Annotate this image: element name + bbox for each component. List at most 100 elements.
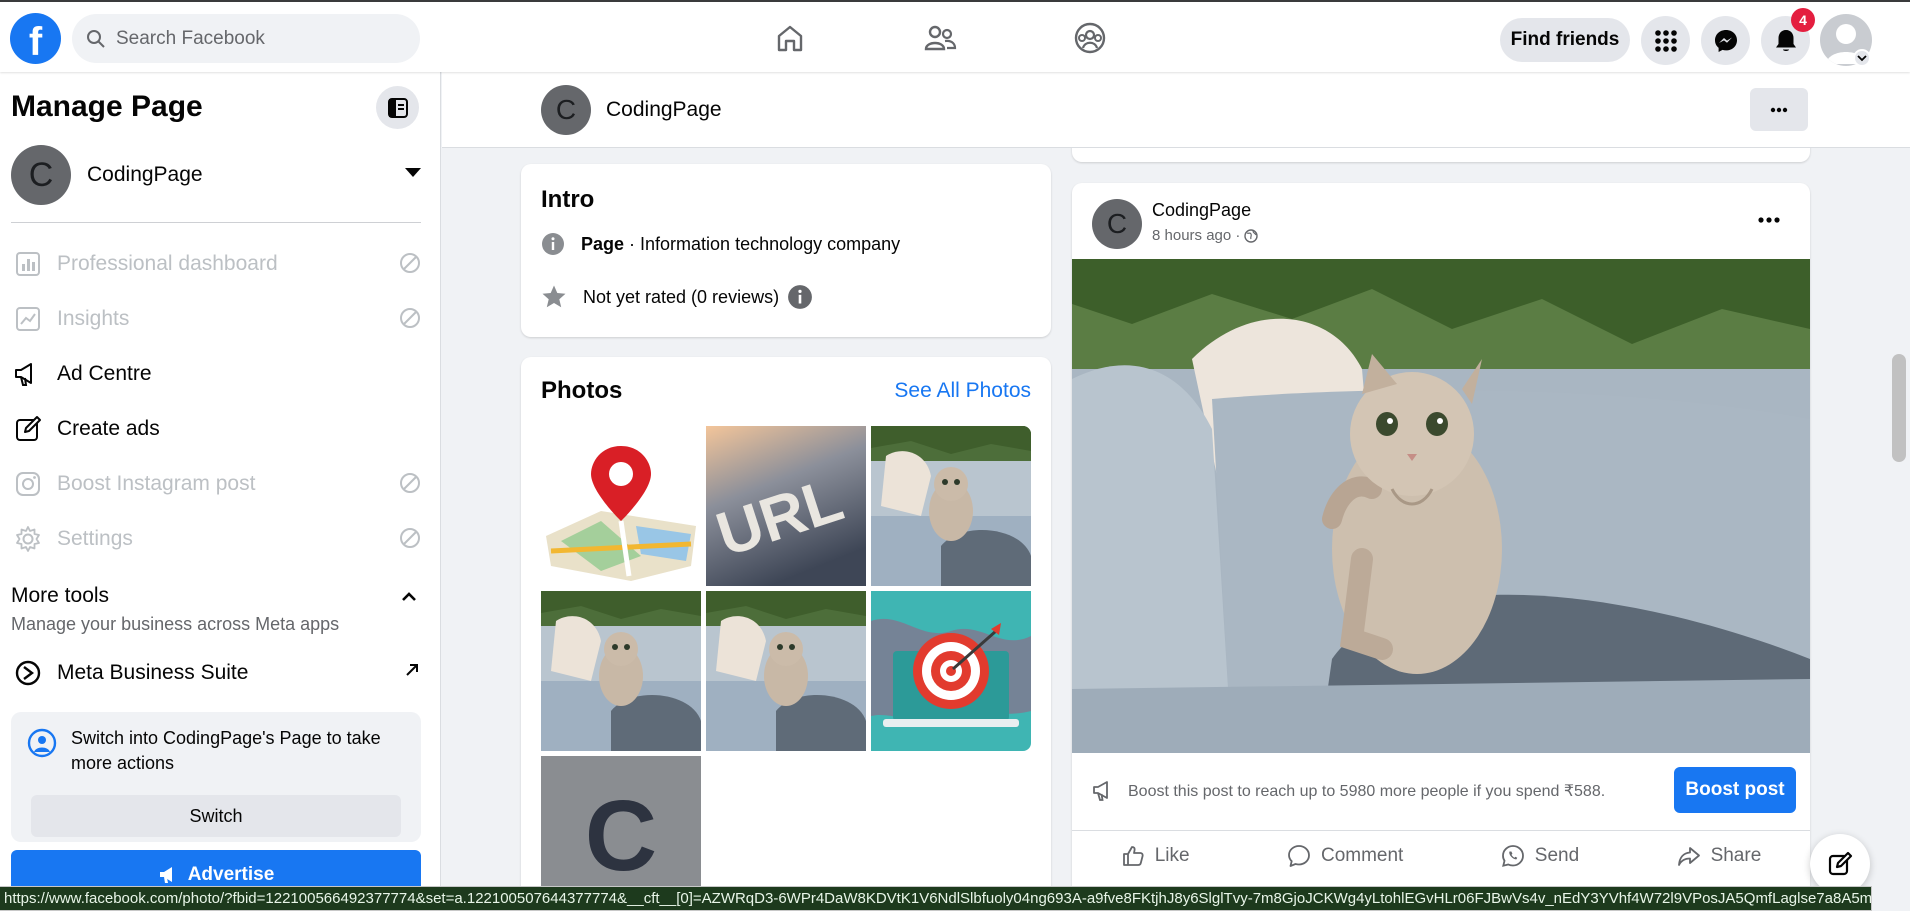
friends-icon xyxy=(924,25,957,51)
page-category-value: · Information technology company xyxy=(624,233,901,254)
megaphone-icon xyxy=(159,867,172,883)
manage-page-sidebar: Manage Page C CodingPage Professional da… xyxy=(0,72,441,911)
boost-post-button[interactable]: Boost post xyxy=(1674,767,1796,813)
external-link-arrow-icon xyxy=(403,661,421,685)
send-button[interactable]: Send xyxy=(1501,844,1579,868)
comment-button[interactable]: Comment xyxy=(1287,844,1403,868)
sidebar-panel-icon xyxy=(387,97,408,118)
photo-thumbnail-map-pin[interactable] xyxy=(541,426,701,586)
grid-menu-icon xyxy=(1654,29,1677,52)
page-switcher[interactable]: C CodingPage xyxy=(11,144,421,206)
search-icon xyxy=(87,29,105,48)
post-author-initial: C xyxy=(1106,208,1128,239)
sidebar-item-label: Professional dashboard xyxy=(57,252,278,275)
photo-thumbnail-kitten[interactable] xyxy=(706,591,866,751)
page-header-initial: C xyxy=(555,94,577,125)
send-label: Send xyxy=(1534,845,1580,866)
more-tools-section[interactable]: More tools Manage your business across M… xyxy=(11,584,421,635)
search-box[interactable] xyxy=(72,14,420,63)
comment-label: Comment xyxy=(1320,845,1404,866)
like-label: Like xyxy=(1154,845,1190,866)
instagram-icon xyxy=(11,467,45,501)
advertise-label: Advertise xyxy=(187,864,275,885)
page-header-avatar[interactable]: C xyxy=(541,85,591,135)
more-tools-subtitle: Manage your business across Meta apps xyxy=(11,614,340,634)
sidebar-item-ad-centre[interactable]: Ad Centre xyxy=(11,352,421,396)
page-avatar: C xyxy=(11,145,71,205)
whatsapp-icon xyxy=(1501,845,1524,867)
boost-post-row: Boost this post to reach up to 5980 more… xyxy=(1072,753,1810,831)
chevron-down-icon[interactable] xyxy=(1853,49,1871,67)
messenger-button[interactable] xyxy=(1701,16,1750,65)
boost-post-button-label: Boost post xyxy=(1685,779,1785,800)
megaphone-icon xyxy=(11,357,45,391)
info-icon[interactable] xyxy=(787,284,813,310)
sidebar-item-insights[interactable]: Insights xyxy=(11,297,421,341)
rating-text: Not yet rated (0 reviews) xyxy=(583,286,780,307)
sidebar-item-label: Create ads xyxy=(57,417,160,440)
sidebar-item-create-ads[interactable]: Create ads xyxy=(11,407,421,451)
switch-profile-icon xyxy=(27,728,57,763)
sidebar-item-label: Settings xyxy=(57,527,133,550)
like-button[interactable]: Like xyxy=(1121,844,1190,868)
post-timestamp[interactable]: 8 hours ago · xyxy=(1152,227,1240,244)
see-all-photos-link[interactable]: See All Photos xyxy=(894,379,1031,403)
more-horizontal-icon xyxy=(1770,107,1788,112)
new-message-button[interactable] xyxy=(1810,834,1870,894)
post-actions-bar: Like Comment Send Share xyxy=(1072,831,1810,881)
photo-thumbnail-target-laptop[interactable] xyxy=(871,591,1031,751)
switch-button[interactable]: Switch xyxy=(31,795,401,837)
menu-button[interactable] xyxy=(1641,16,1690,65)
post-image-kitten[interactable] xyxy=(1072,259,1810,753)
sidebar-item-professional-dashboard[interactable]: Professional dashboard xyxy=(11,242,421,286)
find-friends-button[interactable]: Find friends xyxy=(1500,18,1630,62)
intro-heading: Intro xyxy=(541,186,595,213)
share-button[interactable]: Share xyxy=(1677,844,1761,868)
sidebar-item-label: Ad Centre xyxy=(57,362,152,385)
boost-post-text: Boost this post to reach up to 5980 more… xyxy=(1128,783,1606,800)
groups-nav-button[interactable] xyxy=(1070,18,1110,58)
page-header-name[interactable]: CodingPage xyxy=(606,98,722,122)
page-scrollbar-thumb[interactable] xyxy=(1892,354,1906,462)
facebook-logo[interactable]: f xyxy=(10,13,61,64)
divider xyxy=(11,222,421,223)
more-tools-heading: More tools xyxy=(11,584,110,607)
thumbs-up-icon xyxy=(1122,846,1144,866)
comment-icon xyxy=(1288,845,1310,867)
chevron-up-icon[interactable] xyxy=(401,590,417,608)
home-nav-button[interactable] xyxy=(770,18,810,58)
page-category-row: Page · Information technology company xyxy=(541,232,900,256)
photo-thumbnail-url-sign[interactable]: URL xyxy=(706,426,866,586)
photo-thumbnail-kitten[interactable] xyxy=(541,591,701,751)
globe-icon xyxy=(1244,228,1259,243)
switch-button-label: Switch xyxy=(189,805,243,826)
switch-prompt-text: Switch into CodingPage's Page to take mo… xyxy=(71,728,381,773)
switch-profile-prompt: Switch into CodingPage's Page to take mo… xyxy=(11,712,421,842)
post-author-avatar[interactable]: C xyxy=(1092,199,1142,249)
friends-nav-button[interactable] xyxy=(920,18,960,58)
post-meta: 8 hours ago · xyxy=(1152,227,1259,244)
blocked-icon xyxy=(399,472,421,500)
blocked-icon xyxy=(399,307,421,335)
photo-thumbnail-kitten[interactable] xyxy=(871,426,1031,586)
browser-status-bar-url: https://www.facebook.com/photo/?fbid=122… xyxy=(0,886,1872,911)
insights-icon xyxy=(11,302,45,336)
post-author-name[interactable]: CodingPage xyxy=(1152,200,1251,221)
page-more-options-button[interactable] xyxy=(1750,88,1808,131)
page-header: C CodingPage xyxy=(442,72,1910,148)
page-avatar-initial: C xyxy=(28,155,54,194)
rating-row: Not yet rated (0 reviews) xyxy=(541,284,813,310)
sidebar-item-boost-instagram-post[interactable]: Boost Instagram post xyxy=(11,462,421,506)
caret-down-icon xyxy=(405,168,421,177)
page-category-label: Page xyxy=(581,233,625,254)
intro-card: Intro Page · Information technology comp… xyxy=(521,164,1051,337)
sidebar-item-meta-business-suite[interactable]: Meta Business Suite xyxy=(11,651,421,695)
collapse-sidebar-button[interactable] xyxy=(376,86,419,129)
facebook-logo-letter: f xyxy=(28,20,43,64)
dashboard-icon xyxy=(11,247,45,281)
post-options-button[interactable] xyxy=(1758,203,1780,229)
blocked-icon xyxy=(399,252,421,280)
sidebar-item-settings[interactable]: Settings xyxy=(11,517,421,561)
photos-card: Photos See All Photos URL C xyxy=(521,357,1051,911)
search-input[interactable] xyxy=(116,27,396,50)
